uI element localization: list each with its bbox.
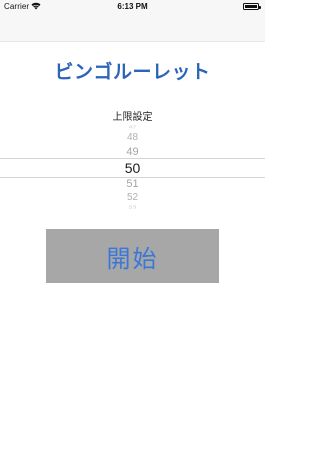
navigation-bar: Carrier 6:13 PM	[0, 0, 265, 42]
picker-row[interactable]: 47	[0, 125, 265, 129]
picker-row[interactable]: 49	[0, 146, 265, 158]
picker-row[interactable]: 53	[0, 205, 265, 209]
start-button[interactable]: 開始	[46, 229, 219, 283]
picker-row[interactable]: 52	[0, 192, 265, 203]
picker-selected-row[interactable]: 50	[0, 160, 265, 176]
picker-row[interactable]: 48	[0, 132, 265, 143]
upper-limit-label: 上限設定	[112, 112, 153, 123]
status-time: 6:13 PM	[117, 2, 148, 11]
app-title: ビンゴルーレット	[54, 61, 211, 83]
battery-icon	[243, 3, 261, 10]
status-bar: Carrier 6:13 PM	[0, 0, 265, 14]
app-screen: Carrier 6:13 PM ビンゴルーレット 上限設定 47 48 49 5…	[0, 0, 265, 471]
picker-row[interactable]: 51	[0, 178, 265, 190]
picker-selection-top-line	[0, 158, 265, 159]
upper-limit-picker[interactable]: 47 48 49 50 51 52 53	[0, 124, 265, 216]
